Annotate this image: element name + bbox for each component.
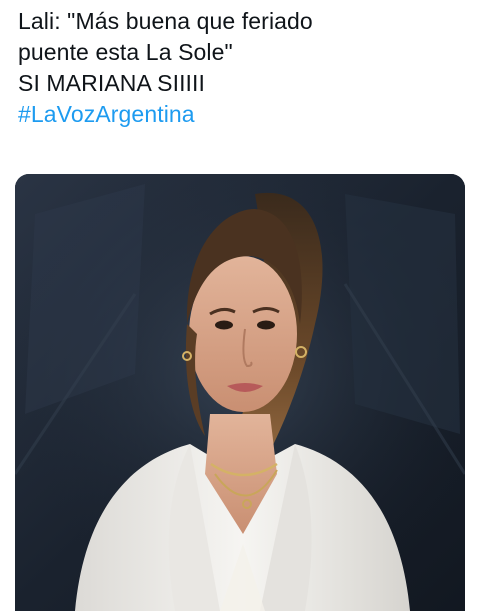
hashtag-link[interactable]: #LaVozArgentina (18, 99, 462, 130)
tweet: Lali: "Más buena que feriado puente esta… (0, 0, 480, 611)
photo-illustration (15, 174, 465, 611)
tweet-text: Lali: "Más buena que feriado puente esta… (18, 6, 462, 130)
tweet-text-line: Lali: "Más buena que feriado (18, 8, 313, 34)
tweet-text-line: puente esta La Sole" (18, 39, 233, 65)
tweet-media-photo[interactable] (15, 174, 465, 611)
tweet-text-line: SI MARIANA SIIIII (18, 70, 206, 96)
